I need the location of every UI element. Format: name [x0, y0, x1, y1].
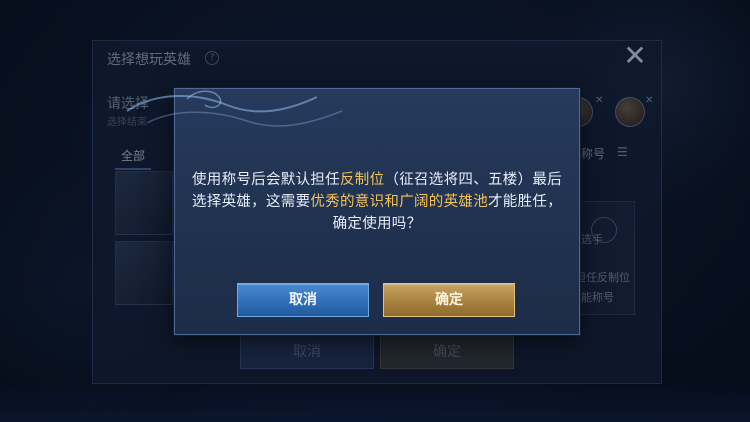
confirm-dialog: 使用称号后会默认担任反制位（征召选将四、五楼）最后选择英雄，这需要优秀的意识和广… — [126, 88, 580, 335]
message-highlight: 反制位 — [339, 172, 385, 188]
message-text: 使用称号后会默认担任 — [191, 172, 340, 188]
cancel-button[interactable]: 取消 — [237, 283, 369, 317]
message-highlight: 优秀的意识和广阔的英雄池 — [310, 194, 488, 210]
confirm-button[interactable]: 确定 — [383, 283, 515, 317]
dialog-message: 使用称号后会默认担任反制位（征召选将四、五楼）最后选择英雄，这需要优秀的意识和广… — [187, 169, 567, 235]
